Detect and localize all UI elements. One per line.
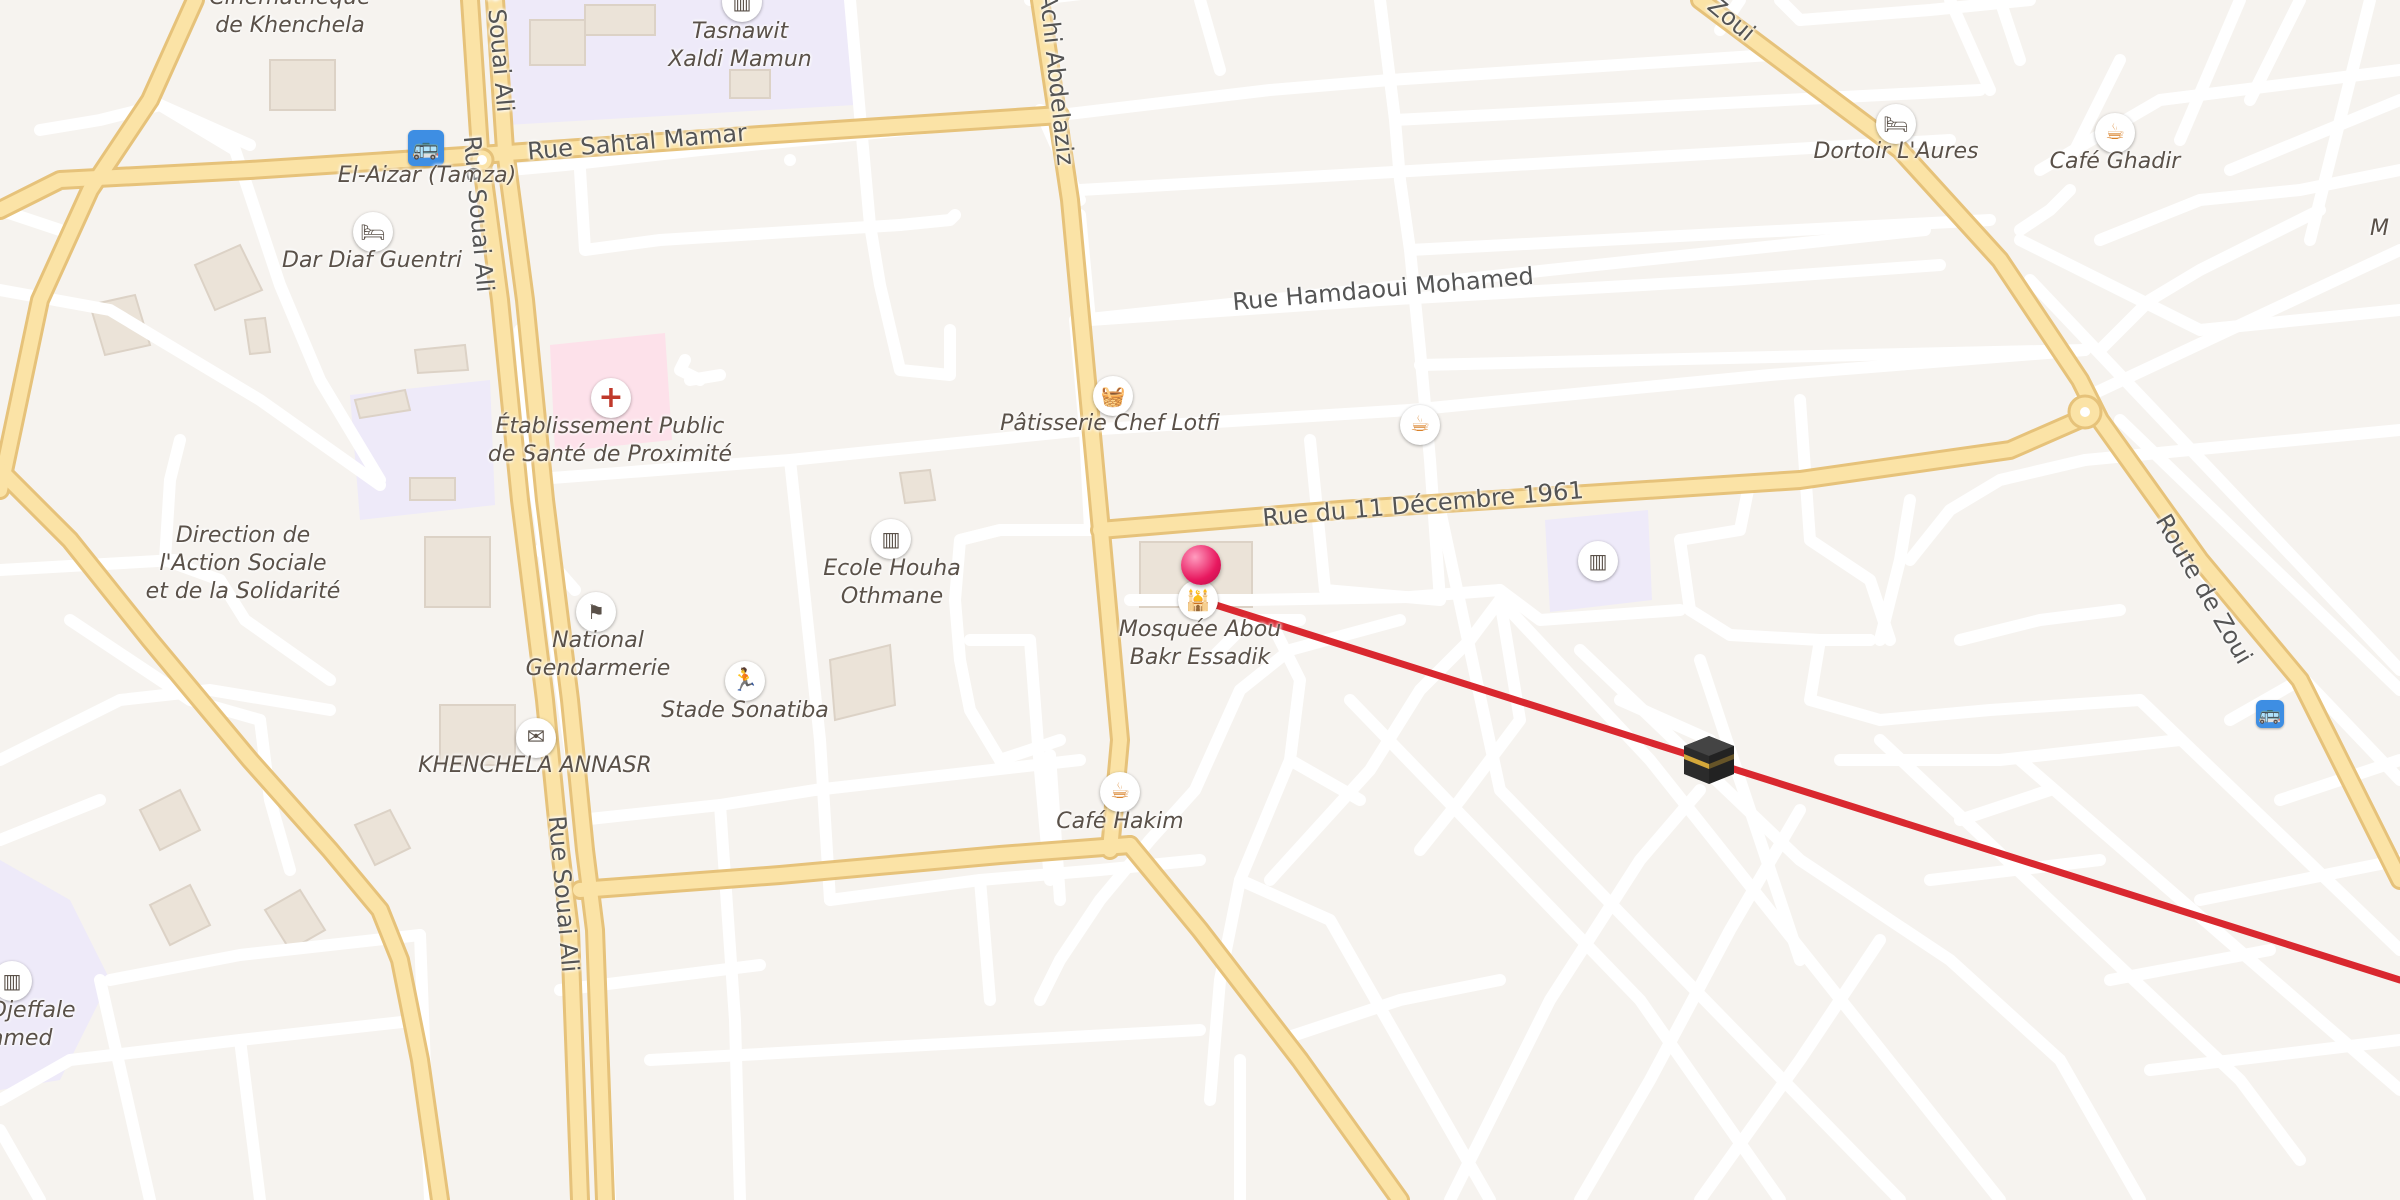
place-label-stade: Stade Sonatiba bbox=[661, 698, 829, 723]
place-label-cafe-ghadir: Café Ghadir bbox=[2049, 149, 2181, 174]
police-icon[interactable]: ⚑ bbox=[576, 592, 616, 632]
place-label-djeffale: Djeffaleamed bbox=[0, 998, 76, 1051]
place-label-patisserie: Pâtisserie Chef Lotfi bbox=[1000, 411, 1220, 436]
place-label-gendarmerie: National Gendarmerie bbox=[525, 628, 671, 681]
place-label-etablissement: Établissement Public de Santé de Proximit… bbox=[487, 414, 733, 467]
running-icon[interactable]: 🏃 bbox=[725, 661, 765, 701]
bus-icon[interactable]: 🚌 bbox=[2256, 700, 2284, 728]
school-icon[interactable]: ▥ bbox=[1578, 541, 1618, 581]
coffee-cup-icon[interactable]: ☕ bbox=[2095, 113, 2135, 153]
school-icon[interactable]: ▥ bbox=[871, 519, 911, 559]
hospital-icon[interactable]: + bbox=[591, 378, 631, 418]
place-label-edge: M bbox=[2370, 216, 2389, 241]
place-label-dar-diaf: Dar Diaf Guentri bbox=[282, 248, 462, 273]
place-label-khenchela-annasr: KHENCHELA ANNASR bbox=[418, 753, 652, 778]
bus-icon[interactable]: 🚌 bbox=[408, 130, 444, 166]
place-label-ecole: Ecole Houha Othmane bbox=[823, 556, 961, 609]
place-label-mosquee: Mosquée Abou Bakr Essadik bbox=[1118, 617, 1282, 670]
place-label-tasnawit: Tasnawit Xaldi Mamun bbox=[668, 19, 812, 72]
coffee-cup-icon[interactable]: ☕ bbox=[1100, 772, 1140, 812]
roundabout bbox=[2080, 407, 2090, 417]
coffee-cup-icon[interactable]: ☕ bbox=[1400, 405, 1440, 445]
place-label-cafe-hakim: Café Hakim bbox=[1056, 809, 1184, 834]
place-label-direction: Direction de l'Action Sociale et de la Sol… bbox=[145, 523, 341, 604]
qibla-line bbox=[1196, 596, 2400, 984]
kaaba-icon[interactable] bbox=[1682, 734, 1736, 786]
location-pin-icon[interactable] bbox=[1181, 545, 1221, 585]
hotel-icon[interactable]: 🛏 bbox=[353, 212, 393, 252]
place-label-cinematheque: Cinémathèquede Khenchela bbox=[209, 0, 370, 38]
place-label-el-aizar: El-Aizar (Tamza) bbox=[337, 163, 517, 188]
mosque-icon[interactable]: 🕌 bbox=[1178, 580, 1218, 620]
place-label-dortoir: Dortoir L'Aures bbox=[1813, 139, 1979, 164]
map-canvas[interactable]: Rue Souai Ali Rue Souai Ali Rue Souai Al… bbox=[0, 0, 2400, 1200]
